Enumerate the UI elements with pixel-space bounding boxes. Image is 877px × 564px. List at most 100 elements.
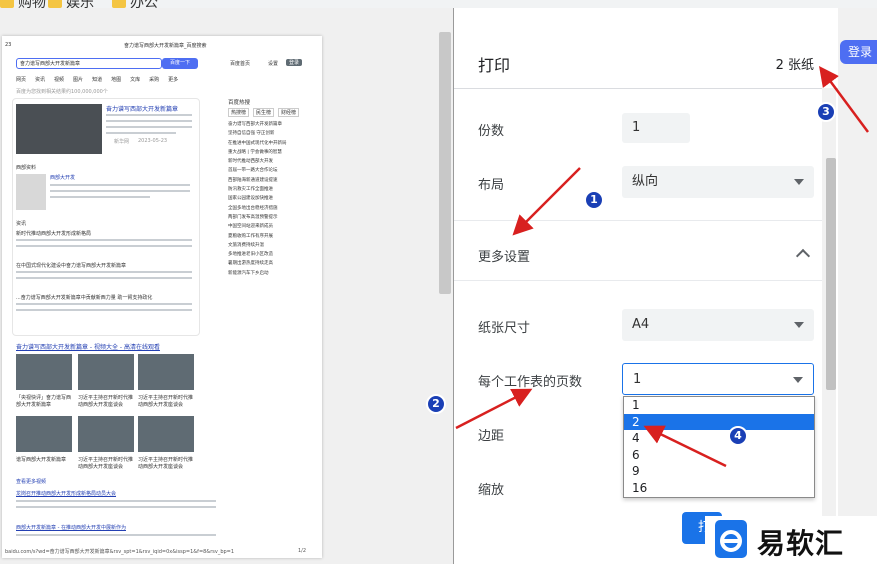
preview-text-line [16, 303, 192, 305]
preview-hot-item: 夏粮收购工作有序开展 [228, 233, 273, 239]
print-title: 打印 [478, 56, 511, 75]
preview-news-title: ...奋力谱写西部大开发新篇章中贡献新西力量 助一臂支持政化 [16, 295, 153, 301]
preview-link-login: 登录 [286, 59, 303, 66]
chevron-down-icon [793, 377, 803, 383]
preview-hot-item: 多地推进老旧小区改造 [228, 252, 273, 258]
preview-text-line [106, 132, 176, 134]
login-button[interactable]: 登录 [840, 40, 877, 64]
preview-tab: 采购 [149, 77, 160, 83]
preview-hot-item: 新能源汽车下乡启动 [228, 270, 269, 276]
preview-hot-item: 西部陆海新通道建设提速 [228, 177, 278, 183]
preview-video-caption: 习近平主持召开新时代推动西部大开发座谈会 [78, 395, 134, 408]
preview-video-section-title: 奋力谱写西部大开发新篇章 - 视频大全 - 高清在线观看 [16, 344, 160, 351]
chevron-up-icon[interactable] [795, 248, 811, 264]
option-16[interactable]: 16 [624, 480, 814, 497]
preview-scrollbar[interactable] [439, 32, 451, 294]
preview-baike-label: 西部资料 [16, 165, 37, 171]
option-1[interactable]: 1 [624, 397, 814, 414]
preview-baike-image [16, 174, 46, 210]
paper-size-select[interactable]: A4 [622, 309, 814, 341]
annotation-badge-3: 3 [816, 102, 836, 122]
folder-icon [112, 0, 126, 8]
preview-hot-tabs: 热搜榜 民生榜 财经榜 [228, 108, 300, 117]
preview-more-videos: 查看更多视频 [16, 479, 47, 485]
preview-video-caption: 「央视快评」奋力谱写西部大开发新篇章 [16, 395, 72, 408]
print-preview-area: 23 奋力谱写西部大开发新篇章_百度搜索 奋力谱写西部大开发新篇章 百度一下 百… [0, 8, 453, 564]
section-divider [454, 220, 824, 221]
scale-label: 缩放 [478, 483, 505, 498]
preview-hot-item: 防汛救灾工作全面推进 [228, 187, 273, 193]
preview-video-thumb [78, 354, 134, 390]
preview-text-line [106, 126, 192, 128]
preview-search-button: 百度一下 [162, 58, 198, 69]
preview-text-line [50, 190, 190, 192]
preview-tabs: 网页 资讯 视频 图片 知道 地图 文库 采购 更多 [16, 76, 178, 83]
preview-video-caption: 习近平主持召开新时代推动西部大开发座谈会 [138, 395, 194, 408]
page-header-title: 奋力谱写西部大开发新篇章_百度搜索 [124, 43, 207, 49]
preview-tab: 资讯 [35, 77, 46, 83]
preview-text-line [16, 271, 192, 273]
preview-tab: 更多 [168, 77, 179, 83]
preview-hot-item: 文旅消费持续升温 [228, 242, 264, 248]
bookmark-entertainment[interactable]: 娱乐 [48, 0, 94, 8]
sheet-count: 2 张纸 [775, 58, 814, 73]
layout-label: 布局 [478, 178, 505, 193]
preview-news-title: 新时代推动西部大开发形成新格局 [16, 231, 92, 237]
section-divider [454, 280, 824, 281]
preview-result-count: 百度为您找到相关结果约100,000,000个 [16, 89, 108, 95]
preview-hot-item: 暑期出游热度持续走高 [228, 261, 273, 267]
preview-card-source: 新华网 [114, 139, 130, 145]
preview-tab: 文库 [130, 77, 141, 83]
page-header-number: 23 [5, 42, 12, 48]
pages-per-sheet-value: 1 [633, 372, 642, 387]
paper-size-value: A4 [632, 317, 650, 332]
preview-hot-title: 百度热搜 [228, 100, 251, 106]
preview-hot-list: 奋力谱写西部大开发新篇章 坚持自信自强 守正创新 在推进中国式现代化中开新局 重… [228, 120, 287, 278]
preview-result-title: 龙岗召开推动西部大开发形成新格局动员大会 [16, 491, 117, 497]
preview-text-line [16, 277, 192, 279]
preview-page: 23 奋力谱写西部大开发新篇章_百度搜索 奋力谱写西部大开发新篇章 百度一下 百… [2, 36, 322, 558]
preview-hot-item: 两部门发布高温预警提示 [228, 214, 278, 220]
side-strip [838, 8, 877, 564]
preview-result-title: 西部大开发新篇章 - 在推动西部大开发中展新作为 [16, 525, 126, 531]
preview-video-thumb [16, 354, 72, 390]
preview-link-home: 百度首页 [230, 61, 251, 67]
preview-hot-tab: 财经榜 [278, 108, 300, 117]
preview-news-title: 在中国式现代化建设中奋力谱写西部大开发新篇章 [16, 263, 127, 269]
copies-label: 份数 [478, 124, 505, 139]
preview-hot-tab: 民生榜 [253, 108, 275, 117]
preview-text-line [50, 196, 150, 198]
preview-hot-item: 国家公园建设加快推进 [228, 196, 273, 202]
margins-label: 边距 [478, 429, 505, 444]
layout-value: 纵向 [632, 174, 659, 189]
preview-link-settings: 设置 [268, 61, 279, 67]
bookmark-office[interactable]: 办公 [112, 0, 158, 8]
preview-text-line [16, 239, 192, 241]
preview-text-line [16, 245, 192, 247]
layout-select[interactable]: 纵向 [622, 166, 814, 198]
pages-per-sheet-select[interactable]: 1 [622, 363, 814, 395]
annotation-badge-4: 4 [728, 426, 748, 446]
preview-tab: 视频 [54, 77, 65, 83]
copies-input[interactable]: 1 [622, 113, 690, 143]
settings-scroll-thumb[interactable] [826, 158, 836, 390]
option-4[interactable]: 4 [624, 430, 814, 447]
preview-text-line [16, 534, 216, 536]
option-6[interactable]: 6 [624, 447, 814, 464]
bookmark-shopping[interactable]: 购物 [0, 0, 46, 8]
preview-video-caption: 谱写西部大开发新篇章 [16, 457, 67, 463]
preview-hot-item: 坚持自信自强 守正创新 [228, 131, 275, 137]
preview-news-label: 资讯 [16, 221, 27, 227]
preview-card-title: 奋力谱写西部大开发新篇章 [106, 106, 179, 113]
preview-hot-item: 在推进中国式现代化中开新局 [228, 140, 287, 146]
preview-footer-url: baidu.com/s?wd=奋力谱写西部大开发新篇章&rsv_spt=1&rs… [5, 549, 235, 555]
more-settings-toggle[interactable]: 更多设置 [478, 246, 530, 265]
option-2[interactable]: 2 [624, 413, 814, 430]
preview-video-thumb [78, 416, 134, 452]
preview-tab: 地图 [111, 77, 122, 83]
preview-text-line [106, 120, 192, 122]
preview-text-line [16, 500, 216, 502]
preview-text-line [106, 114, 192, 116]
option-9[interactable]: 9 [624, 463, 814, 480]
folder-icon [0, 0, 14, 8]
